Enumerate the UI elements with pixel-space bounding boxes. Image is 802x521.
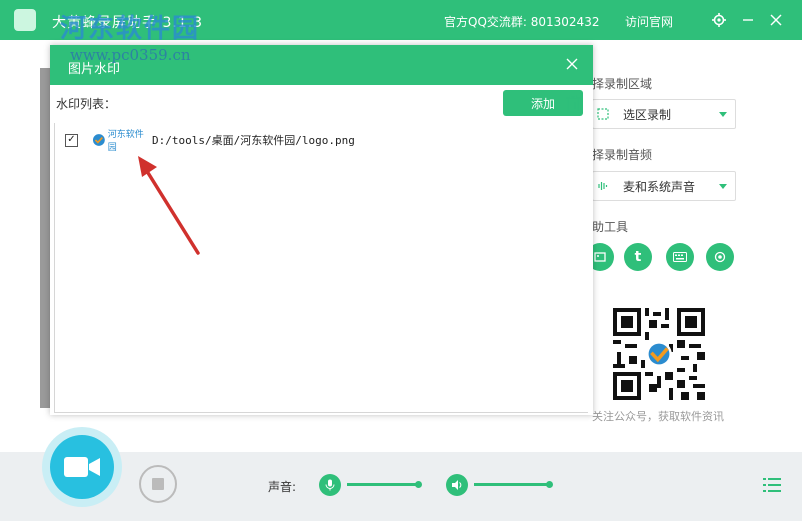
watermark-url: www.pc0359.cn [70,46,191,64]
microphone-icon[interactable] [319,474,341,496]
audio-select-value: 麦和系统声音 [623,179,696,194]
record-button-ring [42,427,122,507]
speaker-icon[interactable] [446,474,468,496]
visit-site-link[interactable]: 访问官网 [625,13,673,30]
video-camera-icon [64,457,100,477]
tools-label: 助工具 [592,220,629,234]
settings-panel: 择录制区域 选区录制 择录制音频 麦和系统声音 助工具 t 关注公众号，获取软件… [586,40,802,452]
title-bar: 大黄蜂录屏助手 3.1.3 河东软件园 官方QQ交流群: 801302432 访… [0,0,802,44]
logo-mark-icon [92,134,105,146]
region-select-value: 选区录制 [623,107,672,122]
watermark-file-path: D:/tools/桌面/河东软件园/logo.png [152,134,355,147]
microphone-volume-slider[interactable] [347,481,422,488]
speaker-volume-slider[interactable] [474,481,553,488]
logo-thumbnail: 河东软件园 [92,130,152,153]
stop-button[interactable] [139,465,177,503]
sound-label: 声音: [268,480,297,494]
panel-footer-text: 关注公众号，获取软件资讯 [592,410,724,423]
stop-icon [152,478,164,490]
app-logo-icon [14,9,36,31]
audio-select[interactable]: 麦和系统声音 [592,171,736,201]
list-item[interactable]: ✓ 河东软件园 D:/tools/桌面/河东软件园/logo.png [65,129,585,153]
close-icon[interactable] [563,55,581,73]
region-select[interactable]: 选区录制 [592,99,736,129]
close-window-icon[interactable] [766,10,786,30]
qr-code [613,308,705,400]
camera-icon[interactable] [706,243,734,271]
chevron-down-icon [719,184,727,189]
waveform-icon [598,182,608,190]
region-select-icon [597,108,609,120]
trash-icon[interactable] [565,95,581,113]
preview-strip [40,68,50,408]
watermark-site-name: 河东软件园 [60,14,201,44]
speaker-volume-knob[interactable] [546,481,553,488]
qq-group-text: 官方QQ交流群: 801302432 [444,15,600,29]
audio-label: 择录制音频 [592,148,653,162]
settings-gear-icon[interactable] [709,10,729,30]
record-button[interactable] [50,435,114,499]
watermark-list-label: 水印列表： [56,97,117,111]
microphone-volume-knob[interactable] [415,481,422,488]
annotation-arrow [138,156,200,255]
list-menu-icon[interactable] [763,477,781,493]
t-icon[interactable]: t [624,243,652,271]
keyboard-icon[interactable] [666,243,694,271]
minimize-icon[interactable] [738,10,758,30]
chevron-down-icon [719,112,727,117]
item-checkbox[interactable]: ✓ [65,133,78,147]
region-label: 择录制区域 [592,77,653,91]
